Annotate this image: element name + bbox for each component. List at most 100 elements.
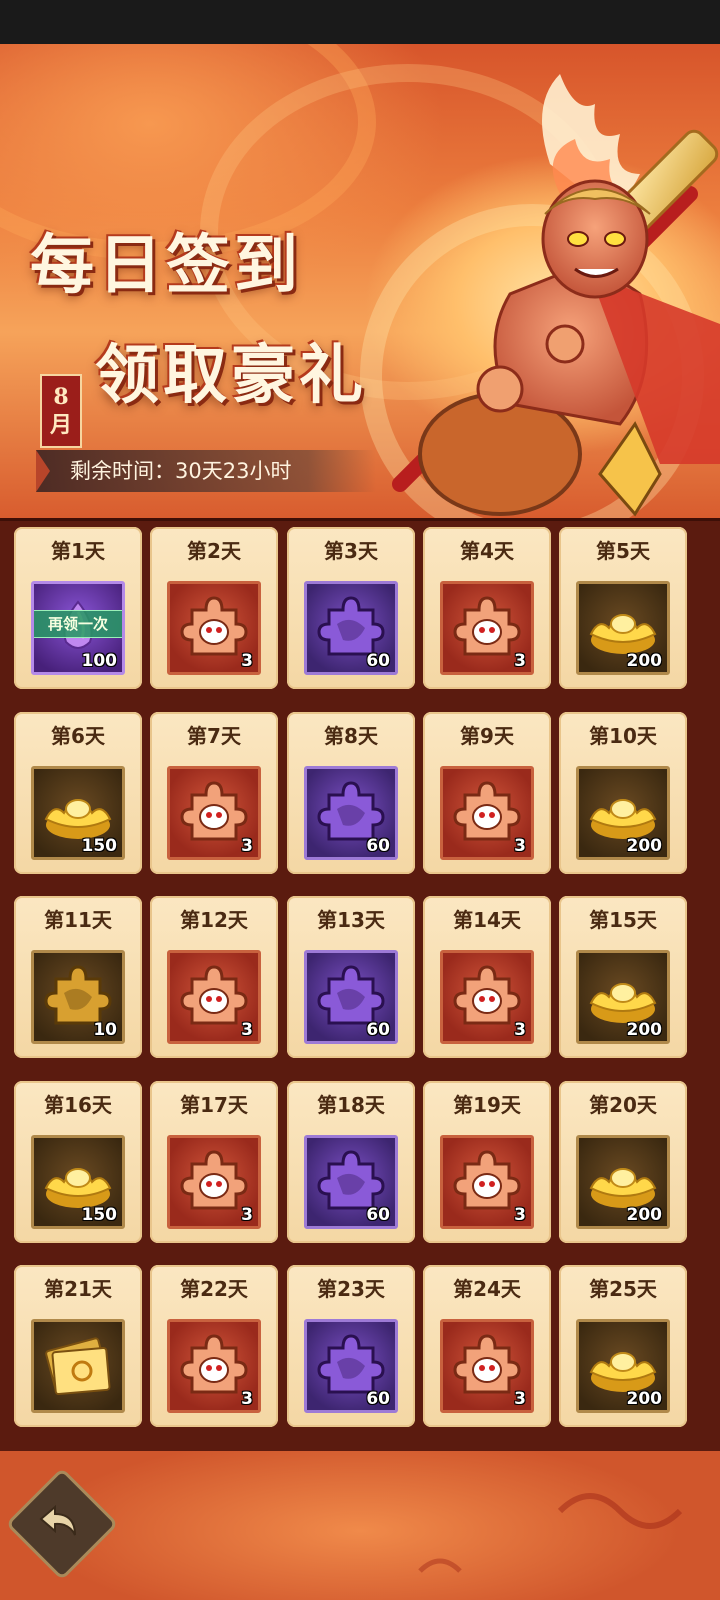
reward-day-label: 第23天 — [317, 1277, 385, 1301]
reward-day-label: 第6天 — [51, 724, 105, 748]
reward-item-slot[interactable]: 3 — [440, 581, 534, 675]
reward-card[interactable]: 第19天 3 — [423, 1081, 551, 1243]
reward-quantity: 60 — [366, 836, 390, 856]
reward-item-slot[interactable]: 3 — [167, 1135, 261, 1229]
reward-item-slot[interactable]: 3 — [440, 1319, 534, 1413]
reward-day-label: 第11天 — [44, 908, 112, 932]
reward-item-slot[interactable]: 10 — [31, 950, 125, 1044]
reward-day-label: 第10天 — [589, 724, 657, 748]
reward-card[interactable]: 第7天 3 — [150, 712, 278, 874]
reward-item-slot[interactable]: 再领一次 100 — [31, 581, 125, 675]
reward-day-label: 第12天 — [180, 908, 248, 932]
reward-card[interactable]: 第10天 200 — [559, 712, 687, 874]
reward-day-label: 第16天 — [44, 1093, 112, 1117]
reward-card[interactable]: 第3天 60 — [287, 527, 415, 689]
reward-quantity: 3 — [514, 836, 526, 856]
reward-day-label: 第25天 — [589, 1277, 657, 1301]
reward-card[interactable]: 第13天 60 — [287, 896, 415, 1058]
reward-item-slot[interactable]: 3 — [167, 766, 261, 860]
reward-card[interactable]: 第1天 再领一次 100 — [14, 527, 142, 689]
reward-card[interactable]: 第6天 150 — [14, 712, 142, 874]
reward-item-slot[interactable]: 200 — [576, 1319, 670, 1413]
reward-item-slot[interactable]: 60 — [304, 950, 398, 1044]
reward-card[interactable]: 第2天 3 — [150, 527, 278, 689]
reward-card[interactable]: 第12天 3 — [150, 896, 278, 1058]
reward-quantity: 60 — [366, 1389, 390, 1409]
reward-quantity: 3 — [241, 1389, 253, 1409]
reward-day-label: 第17天 — [180, 1093, 248, 1117]
reward-card[interactable]: 第15天 200 — [559, 896, 687, 1058]
reward-quantity: 100 — [81, 651, 118, 671]
reward-day-label: 第24天 — [453, 1277, 521, 1301]
reward-card[interactable]: 第8天 60 — [287, 712, 415, 874]
reward-grid: 第1天 再领一次 100 第2天 3 第3天 60 第4天 3 第5天 200 第6天 150 第7天 3 第… — [0, 518, 720, 1454]
reward-card[interactable]: 第5天 200 — [559, 527, 687, 689]
reward-card[interactable]: 第14天 3 — [423, 896, 551, 1058]
reward-item-slot[interactable]: 3 — [440, 1135, 534, 1229]
reward-card[interactable]: 第22天 3 — [150, 1265, 278, 1427]
reward-item-slot[interactable]: 200 — [576, 1135, 670, 1229]
reward-item-slot[interactable] — [31, 1319, 125, 1413]
month-badge: 8 月 — [40, 374, 82, 448]
reward-quantity: 3 — [241, 836, 253, 856]
reward-item-slot[interactable]: 60 — [304, 581, 398, 675]
reward-quantity: 150 — [81, 1205, 118, 1225]
status-bar — [0, 0, 720, 44]
gold-ticket-icon — [34, 1322, 122, 1410]
reward-item-slot[interactable]: 3 — [167, 581, 261, 675]
reward-item-slot[interactable]: 60 — [304, 1135, 398, 1229]
reward-card[interactable]: 第23天 60 — [287, 1265, 415, 1427]
reward-quantity: 3 — [514, 651, 526, 671]
month-number: 8 — [53, 384, 69, 410]
reward-item-slot[interactable]: 3 — [440, 950, 534, 1044]
reward-quantity: 200 — [626, 836, 663, 856]
reward-day-label: 第14天 — [453, 908, 521, 932]
reward-card[interactable]: 第20天 200 — [559, 1081, 687, 1243]
reward-day-label: 第9天 — [460, 724, 514, 748]
reward-item-slot[interactable]: 200 — [576, 950, 670, 1044]
reward-card[interactable]: 第9天 3 — [423, 712, 551, 874]
reward-item-slot[interactable]: 3 — [440, 766, 534, 860]
remaining-time-label: 剩余时间：30天23小时 — [36, 450, 376, 492]
reward-card[interactable]: 第25天 200 — [559, 1265, 687, 1427]
reward-quantity: 3 — [241, 651, 253, 671]
reward-item-slot[interactable]: 150 — [31, 766, 125, 860]
reward-card[interactable]: 第18天 60 — [287, 1081, 415, 1243]
reward-quantity: 3 — [241, 1020, 253, 1040]
reward-item-slot[interactable]: 3 — [167, 1319, 261, 1413]
reward-day-label: 第18天 — [317, 1093, 385, 1117]
banner-title-line2: 领取豪礼 — [95, 338, 367, 413]
back-arrow-icon[interactable] — [22, 1484, 96, 1558]
reclaim-again-badge[interactable]: 再领一次 — [34, 610, 122, 638]
reward-item-slot[interactable]: 150 — [31, 1135, 125, 1229]
reward-item-slot[interactable]: 60 — [304, 766, 398, 860]
banner-title-line1: 每日签到 — [30, 228, 302, 303]
reward-item-slot[interactable]: 3 — [167, 950, 261, 1044]
reward-day-label: 第5天 — [596, 539, 650, 563]
reward-item-slot[interactable]: 200 — [576, 581, 670, 675]
reward-quantity: 60 — [366, 651, 390, 671]
reward-day-label: 第15天 — [589, 908, 657, 932]
reward-card[interactable]: 第4天 3 — [423, 527, 551, 689]
reward-quantity: 200 — [626, 1020, 663, 1040]
reward-quantity: 60 — [366, 1020, 390, 1040]
reward-card[interactable]: 第16天 150 — [14, 1081, 142, 1243]
reward-quantity: 3 — [241, 1205, 253, 1225]
reward-quantity: 60 — [366, 1205, 390, 1225]
reward-quantity: 200 — [626, 651, 663, 671]
reward-day-label: 第2天 — [187, 539, 241, 563]
reward-quantity: 10 — [93, 1020, 117, 1040]
reward-item-slot[interactable]: 200 — [576, 766, 670, 860]
reward-card[interactable]: 第21天 — [14, 1265, 142, 1427]
reward-day-label: 第19天 — [453, 1093, 521, 1117]
reward-card[interactable]: 第11天 10 — [14, 896, 142, 1058]
reward-card[interactable]: 第24天 3 — [423, 1265, 551, 1427]
reward-quantity: 3 — [514, 1020, 526, 1040]
reward-day-label: 第21天 — [44, 1277, 112, 1301]
reward-item-slot[interactable]: 60 — [304, 1319, 398, 1413]
reward-card[interactable]: 第17天 3 — [150, 1081, 278, 1243]
reward-quantity: 200 — [626, 1389, 663, 1409]
reward-quantity: 150 — [81, 836, 118, 856]
month-unit: 月 — [49, 412, 72, 438]
reward-day-label: 第4天 — [460, 539, 514, 563]
